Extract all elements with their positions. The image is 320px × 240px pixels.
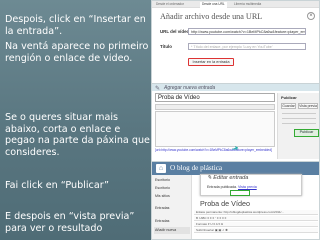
status-text: Entrada publicada. bbox=[207, 185, 237, 189]
screenshot-new-post: ✎ Agregar nueva entrada Proba de Vídeo [… bbox=[151, 83, 320, 162]
editor-toolbar bbox=[155, 104, 275, 118]
publish-panel: Publicar Guardar Vista previa Publicar bbox=[277, 93, 319, 159]
nav-item-posts[interactable]: Entradas bbox=[155, 206, 169, 210]
edit-post-card: ✎ Editar entrada Entrada publicada. Vist… bbox=[200, 174, 302, 196]
divider bbox=[282, 118, 316, 119]
post-title-input[interactable]: Proba de Vídeo bbox=[155, 93, 275, 102]
nav-item-dashboard[interactable]: Escritorio bbox=[155, 178, 170, 182]
preview-highlight bbox=[230, 190, 250, 196]
nav-item-dashboard-sub[interactable]: Escritorio bbox=[155, 186, 170, 190]
nav-item-my-sites[interactable]: Mis sitios bbox=[155, 194, 170, 198]
pen-icon: ✎ bbox=[155, 86, 161, 92]
view-post-link[interactable]: Vista previa bbox=[238, 185, 257, 189]
format-toolbar-row[interactable]: B I ABC ≡ ≡ ≡ “ ≡ ≡ ≡ ≡ bbox=[194, 216, 318, 221]
format-toolbar-row-2[interactable]: Formato ▾ U ≡ A ▾ Ω bbox=[194, 222, 318, 227]
preview-button[interactable]: Vista previa bbox=[298, 103, 318, 109]
insert-into-post-button[interactable]: Insertar en la entrada bbox=[188, 58, 234, 66]
caption-step-preview: E despois en “vista previa” para ver o r… bbox=[5, 211, 135, 234]
caption-step-move: Se o queres situar mais abaixo, corta o … bbox=[5, 112, 150, 158]
permalink-row: Enlace permanente: http://oblogdeplastic… bbox=[194, 210, 318, 215]
title-label: Título bbox=[160, 44, 172, 49]
url-label: URL del vídeo bbox=[160, 29, 190, 34]
nav-item-posts-sub[interactable]: Entradas bbox=[155, 219, 169, 223]
post-content-editor[interactable] bbox=[155, 111, 275, 147]
editor-header: ✎ Agregar nueva entrada bbox=[152, 84, 319, 92]
editor-heading: Agregar nueva entrada bbox=[164, 85, 216, 91]
divider bbox=[282, 113, 316, 114]
edit-post-heading-text: Editar entrada bbox=[213, 175, 249, 181]
tab-from-computer[interactable]: Desde el ordenador bbox=[154, 2, 186, 8]
caption-text-1: Despois, click en “Insertar en la entrad… bbox=[5, 14, 146, 37]
tab-from-url[interactable]: Desde una URL bbox=[200, 2, 227, 8]
screenshot-edit-post: ⌂ O blog de plástica Escritorio Escritor… bbox=[151, 161, 320, 240]
edit-post-heading: ✎ Editar entrada bbox=[207, 175, 249, 181]
caption-text-2: Na ventá aparece no primeiro rengión o e… bbox=[5, 41, 149, 64]
url-input[interactable]: http://www.youtube.com/watch?v=1BeMPkC8a… bbox=[188, 28, 306, 35]
nav-item-add-new[interactable]: Añadir nueva bbox=[155, 228, 176, 232]
publish-panel-title: Publicar bbox=[281, 95, 297, 100]
divider bbox=[282, 123, 316, 124]
upload-insert-row[interactable]: Subir/Insertar ▣ ▣ ♫ ✱ bbox=[194, 228, 318, 233]
screenshot-add-from-url: Desde el ordenador Desde una URL Librerí… bbox=[151, 0, 320, 84]
caption-column: Despois, click en “Insertar en la entrad… bbox=[0, 0, 152, 240]
home-icon[interactable]: ⌂ bbox=[156, 164, 166, 173]
close-icon[interactable]: × bbox=[307, 12, 315, 20]
caption-step-publish: Fai click en “Publicar” bbox=[5, 180, 110, 191]
caption-step-insert: Despois, click en “Insertar en la entrad… bbox=[5, 14, 150, 64]
embedded-video-link[interactable]: [url=http://www.youtube.com/watch?v=1BeM… bbox=[155, 148, 275, 152]
save-draft-button[interactable]: Guardar bbox=[281, 103, 296, 109]
article-title: Proba de Vídeo bbox=[200, 199, 250, 208]
dialog-title: Añadir archivo desde una URL bbox=[160, 12, 263, 21]
blog-title[interactable]: O blog de plástica bbox=[170, 164, 222, 172]
status-message: Entrada publicada. Vista previa bbox=[207, 185, 257, 189]
media-tabs: Desde el ordenador Desde una URL Librerí… bbox=[152, 1, 319, 8]
tab-media-library[interactable]: Librería multimedia bbox=[232, 2, 263, 8]
title-input[interactable]: * Título del enlace, por ejemplo 'Lucy e… bbox=[188, 43, 306, 50]
admin-sidebar: Escritorio Escritorio Mis sitios Entrada… bbox=[152, 175, 192, 239]
publish-button[interactable]: Publicar bbox=[294, 129, 319, 137]
